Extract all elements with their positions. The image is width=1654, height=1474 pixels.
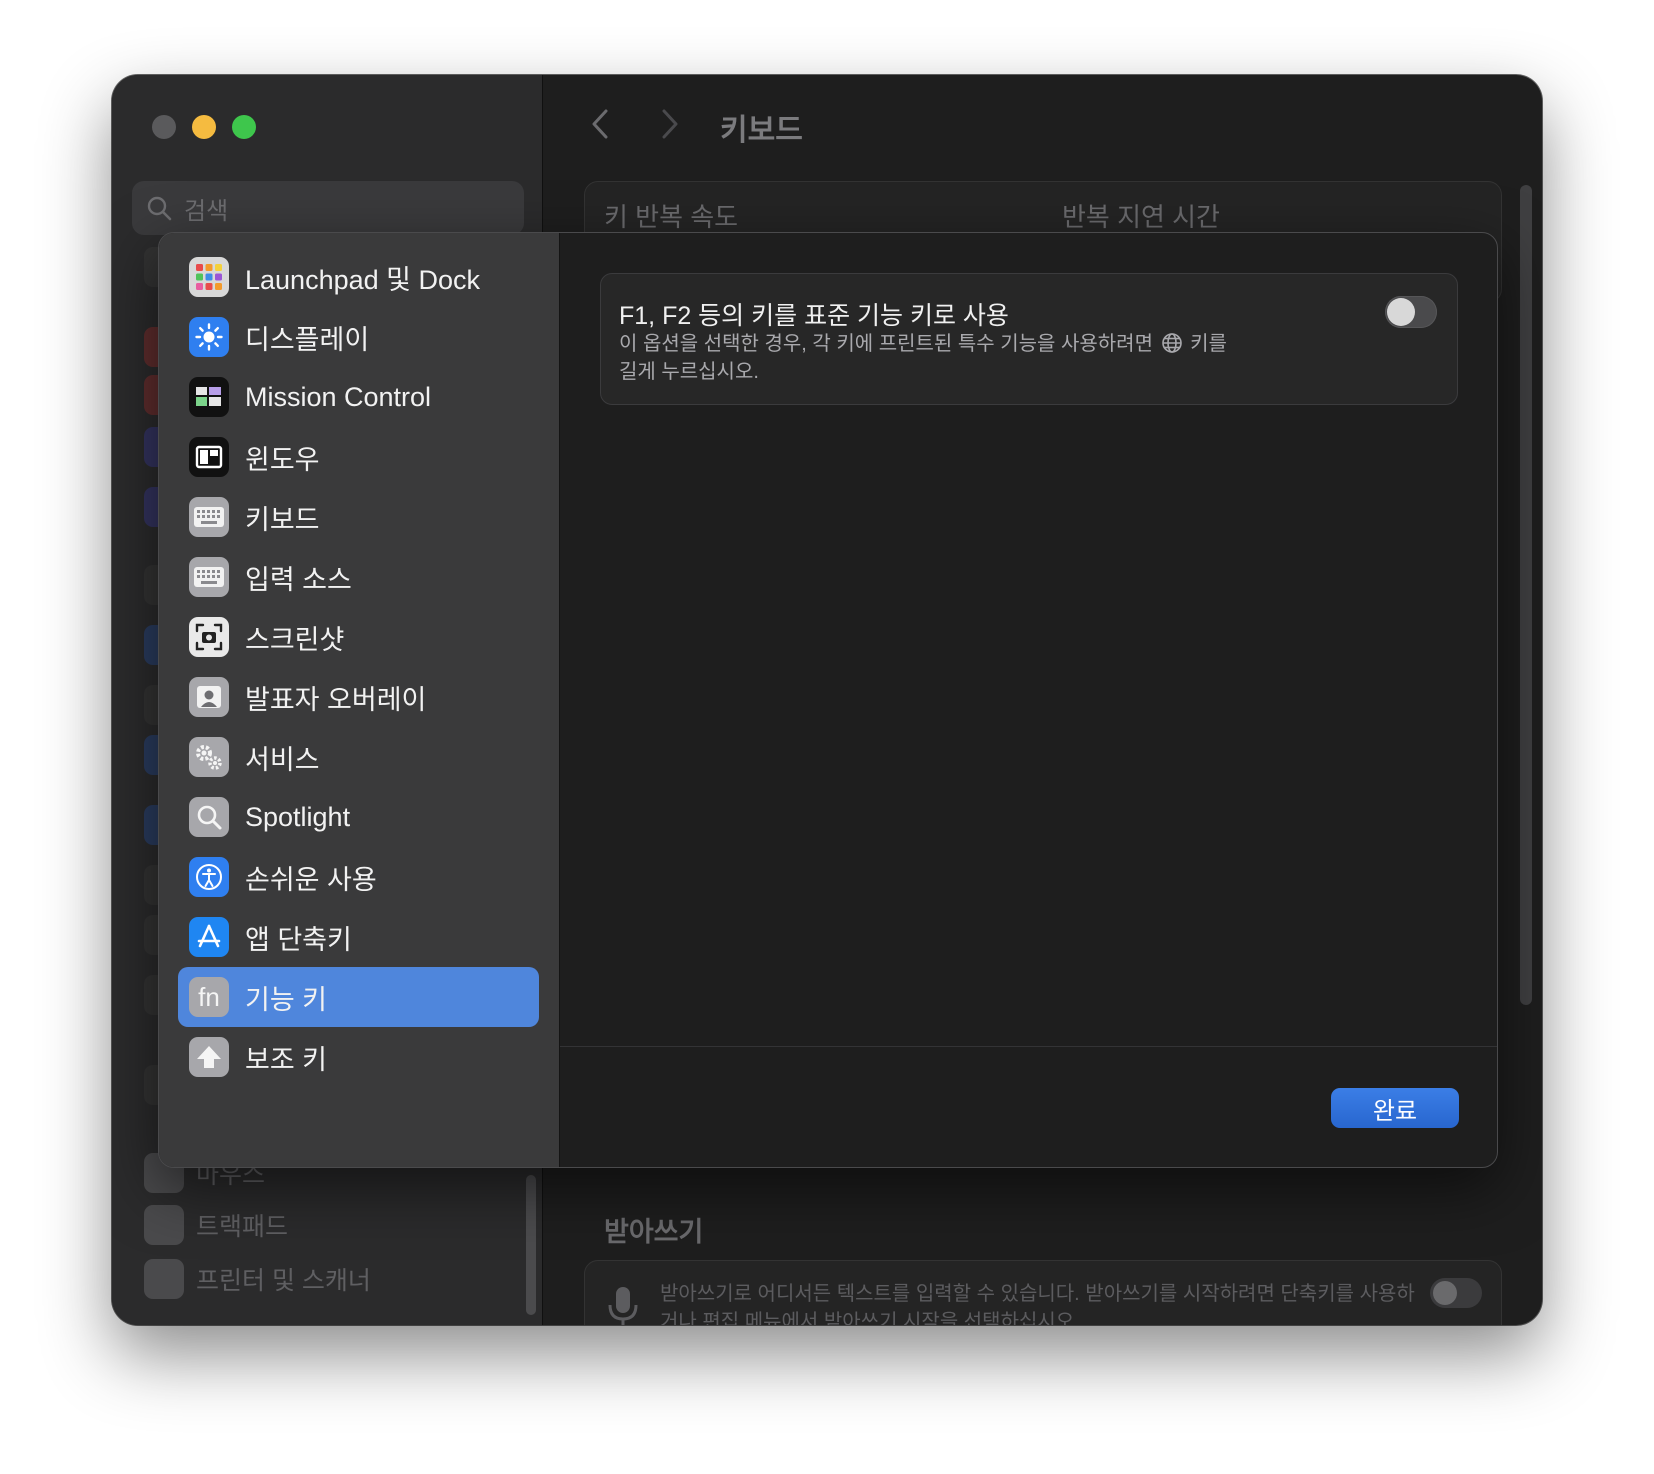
microphone-icon xyxy=(608,1287,638,1325)
sheet-item-label: 윈도우 xyxy=(245,444,320,475)
sheet-item-display[interactable]: 디스플레이 xyxy=(178,307,539,367)
spotlight-icon xyxy=(189,797,229,837)
sheet-item-label: Mission Control xyxy=(245,381,432,412)
display-icon xyxy=(189,317,229,357)
sheet-item-label: 디스플레이 xyxy=(245,324,370,355)
sheet-item-screenshot[interactable]: 스크린샷 xyxy=(178,607,539,667)
sheet-item-label: Launchpad 및 Dock xyxy=(245,264,480,295)
launchpad-icon xyxy=(189,257,229,297)
sheet-item-mission-control[interactable]: Mission Control xyxy=(178,367,539,427)
sheet-item-presenter-overlay[interactable]: 발표자 오버레이 xyxy=(178,667,539,727)
sidebar-item-printers[interactable]: 프린터 및 스캐너 xyxy=(144,1259,371,1299)
settings-window: 검색 마우스 트랙패드 프린터 및 스캐너 키보드 키 반복 속도 반복 지연 … xyxy=(112,75,1542,1325)
sidebar-scrollbar[interactable] xyxy=(526,1175,536,1315)
sheet-item-accessibility[interactable]: 손쉬운 사용 xyxy=(178,847,539,907)
sheet-item-label: 기능 키 xyxy=(245,984,328,1015)
sheet-item-label: 입력 소스 xyxy=(245,564,352,595)
dictation-description: 받아쓰기로 어디서든 텍스트를 입력할 수 있습니다. 받아쓰기를 시작하려면 … xyxy=(660,1283,1415,1325)
fn-keys-option-box: F1, F2 등의 키를 표준 기능 키로 사용 이 옵션을 선택한 경우, 각… xyxy=(600,273,1458,405)
globe-icon xyxy=(1161,333,1182,353)
window-icon xyxy=(189,437,229,477)
presenter-overlay-icon xyxy=(189,677,229,717)
sheet-item-window[interactable]: 윈도우 xyxy=(178,427,539,487)
done-button[interactable]: 완료 xyxy=(1331,1088,1459,1128)
sheet-item-label: Spotlight xyxy=(245,801,351,832)
input-source-icon xyxy=(189,557,229,597)
page-title: 키보드 xyxy=(720,114,803,147)
toggle-knob xyxy=(1387,298,1415,326)
sheet-item-label: 스크린샷 xyxy=(245,624,345,655)
keyboard-icon xyxy=(189,497,229,537)
sheet-item-spotlight[interactable]: Spotlight xyxy=(178,787,539,847)
dictation-section-title: 받아쓰기 xyxy=(604,1217,704,1247)
fn-keys-option-title: F1, F2 등의 키를 표준 기능 키로 사용 xyxy=(619,302,1009,330)
app-shortcuts-icon xyxy=(189,917,229,957)
sheet-item-label: 보조 키 xyxy=(245,1044,328,1075)
sheet-item-label: 발표자 오버레이 xyxy=(245,684,427,715)
main-scrollbar[interactable] xyxy=(1520,185,1532,1005)
sheet-item-modifier-keys[interactable]: 보조 키 xyxy=(178,1027,539,1087)
sheet-item-label: 서비스 xyxy=(245,744,320,775)
sheet-item-label: 손쉬운 사용 xyxy=(245,864,377,895)
sheet-divider xyxy=(560,1046,1497,1047)
function-keys-sheet: Launchpad 및 Dock 디스플레이 Mission Control 윈… xyxy=(158,232,1498,1168)
sheet-item-launchpad-dock[interactable]: Launchpad 및 Dock xyxy=(178,247,539,307)
sheet-sidebar-list: Launchpad 및 Dock 디스플레이 Mission Control 윈… xyxy=(178,247,539,1087)
fn-keys-option-description: 이 옵션을 선택한 경우, 각 키에 프린트된 특수 기능을 사용하려면 키를 … xyxy=(619,333,1227,383)
sheet-item-keyboard[interactable]: 키보드 xyxy=(178,487,539,547)
sheet-item-label: 키보드 xyxy=(245,504,320,535)
sidebar-item-trackpad[interactable]: 트랙패드 xyxy=(144,1205,288,1245)
accessibility-icon xyxy=(189,857,229,897)
dictation-toggle[interactable] xyxy=(1430,1278,1482,1308)
fn-keys-toggle[interactable] xyxy=(1385,296,1437,328)
key-repeat-label: 키 반복 속도 xyxy=(604,202,739,232)
trackpad-icon xyxy=(144,1205,184,1245)
sheet-sidebar: Launchpad 및 Dock 디스플레이 Mission Control 윈… xyxy=(159,233,560,1167)
printer-icon xyxy=(144,1259,184,1299)
sheet-item-app-shortcuts[interactable]: 앱 단축키 xyxy=(178,907,539,967)
sheet-item-label: 앱 단축키 xyxy=(245,924,352,955)
sheet-item-function-keys[interactable]: fn 기능 키 xyxy=(178,967,539,1027)
mission-control-icon xyxy=(189,377,229,417)
screenshot-icon xyxy=(189,617,229,657)
services-icon xyxy=(189,737,229,777)
sheet-item-input-sources[interactable]: 입력 소스 xyxy=(178,547,539,607)
fn-key-icon: fn xyxy=(189,977,229,1017)
back-chevron-icon[interactable] xyxy=(588,107,614,141)
sheet-content: F1, F2 등의 키를 표준 기능 키로 사용 이 옵션을 선택한 경우, 각… xyxy=(560,233,1497,1167)
modifier-keys-icon xyxy=(189,1037,229,1077)
sheet-item-services[interactable]: 서비스 xyxy=(178,727,539,787)
forward-chevron-icon[interactable] xyxy=(656,107,682,141)
repeat-delay-label: 반복 지연 시간 xyxy=(1062,202,1220,232)
